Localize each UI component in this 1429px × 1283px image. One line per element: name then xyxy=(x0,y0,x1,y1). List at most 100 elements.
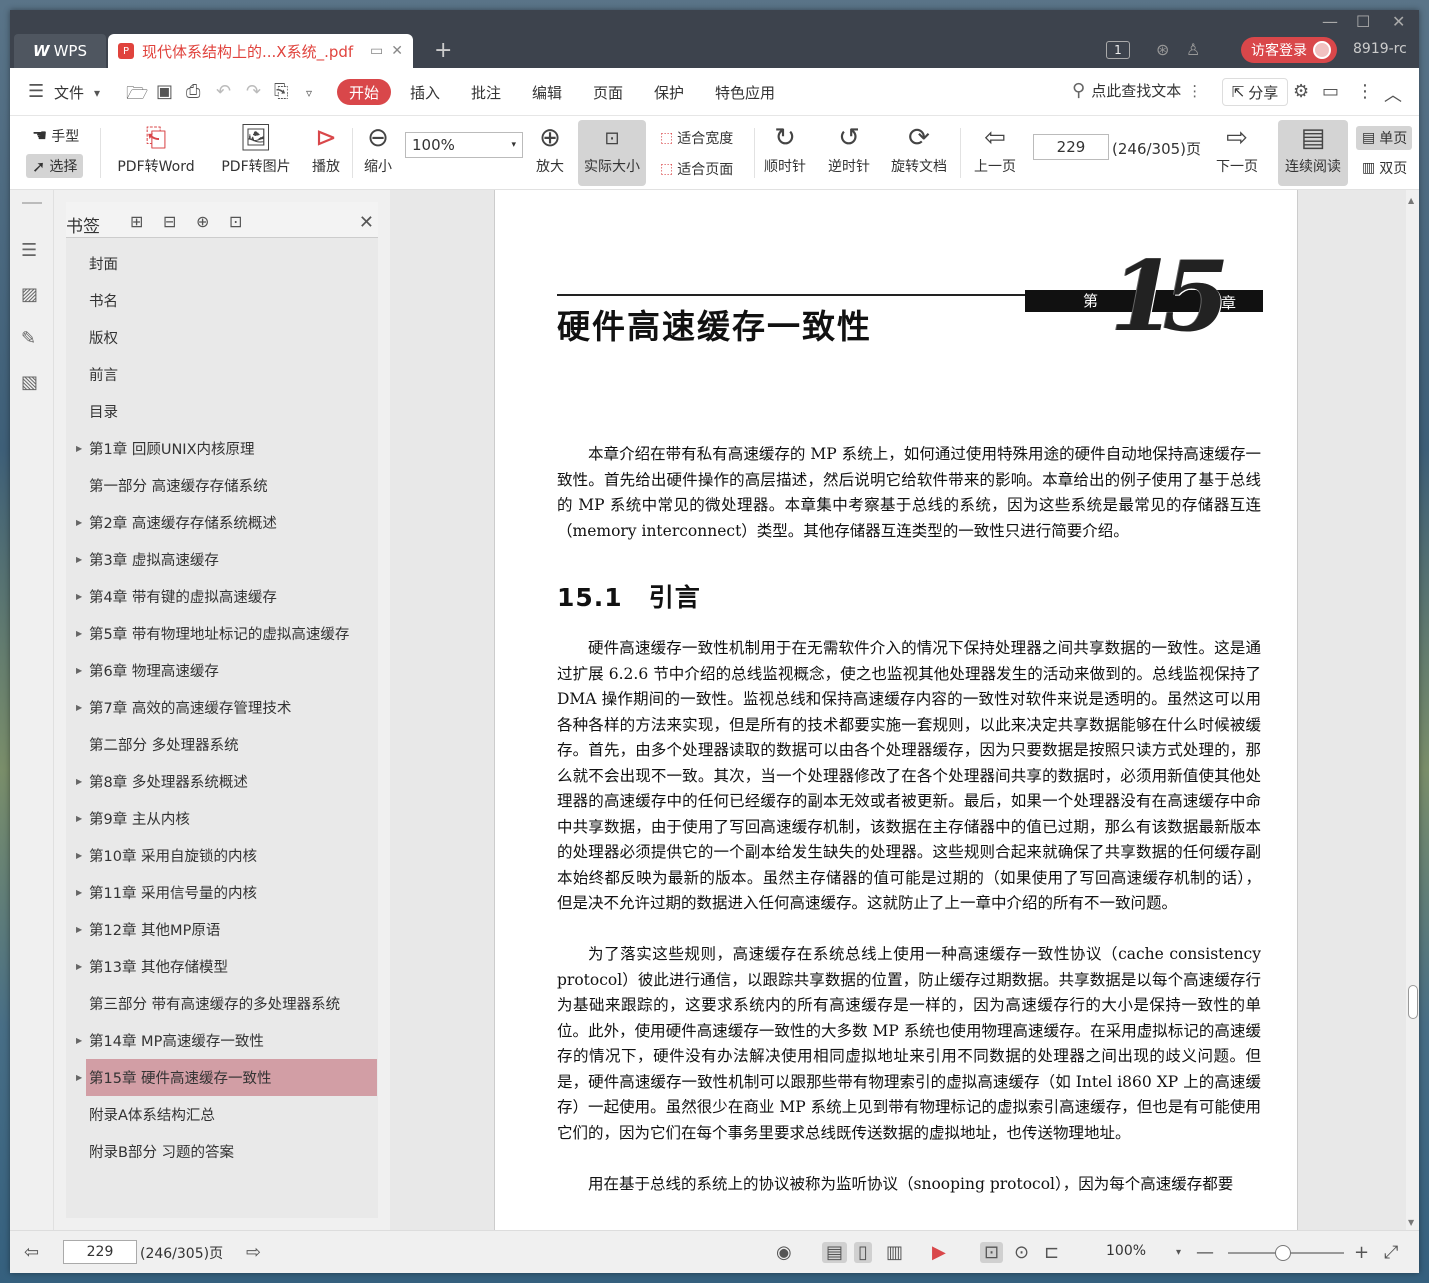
expand-arrow-icon[interactable]: ▶ xyxy=(76,814,82,823)
continuous-view-icon[interactable]: ▤ xyxy=(822,1242,848,1263)
double-view-icon[interactable]: ▥ xyxy=(886,1242,903,1263)
minimize-button[interactable]: — xyxy=(1322,12,1338,31)
expand-arrow-icon[interactable]: ▶ xyxy=(76,518,82,527)
bookmark-item[interactable]: ▶ 第2章 高速缓存存储系统概述 xyxy=(66,504,378,541)
status-zoom-value[interactable]: 100% xyxy=(1106,1243,1146,1259)
comment-icon[interactable]: ▭ xyxy=(1322,81,1339,102)
status-page-input[interactable]: 229 xyxy=(63,1240,137,1264)
save-icon[interactable]: ▣ xyxy=(156,81,173,102)
scrollbar-thumb[interactable] xyxy=(1408,985,1418,1019)
undo-icon[interactable]: ↶ xyxy=(216,81,231,102)
screen-icon[interactable]: ▭ xyxy=(370,43,383,59)
tab-special[interactable]: 特色应用 xyxy=(715,82,775,103)
expand-arrow-icon[interactable]: ▶ xyxy=(76,444,82,453)
bookmark-item[interactable]: ▶ 第4章 带有键的虚拟高速缓存 xyxy=(66,578,378,615)
fit-page-status-icon[interactable]: ⊙ xyxy=(1014,1242,1029,1263)
tab-protect[interactable]: 保护 xyxy=(654,82,684,103)
signature-icon[interactable]: ▧ xyxy=(21,372,38,393)
more-options-icon[interactable]: ⋮ xyxy=(1356,81,1374,102)
bookmark-item[interactable]: 书名 xyxy=(66,282,378,319)
single-page-button[interactable]: ▤ 单页 xyxy=(1356,126,1412,150)
tab-page[interactable]: 页面 xyxy=(593,82,623,103)
chevron-down-icon[interactable]: ▾ xyxy=(94,86,100,100)
bookmark-item[interactable]: ▶ 第11章 采用信号量的内核 xyxy=(66,874,378,911)
bookmark-item[interactable]: ▶ 第5章 带有物理地址标记的虚拟高速缓存 xyxy=(66,615,378,652)
rotate-counterclockwise-button[interactable]: ↺ 逆时针 xyxy=(822,120,876,176)
eye-protection-icon[interactable]: ◉ xyxy=(776,1242,792,1263)
single-view-icon[interactable]: ▯ xyxy=(854,1242,872,1263)
bookmark-item[interactable]: ▶ 第14章 MP高速缓存一致性 xyxy=(66,1022,378,1059)
bookmark-item[interactable]: 第一部分 高速缓存存储系统 xyxy=(66,467,378,504)
close-icon[interactable]: ✕ xyxy=(359,212,374,233)
tab-start[interactable]: 开始 xyxy=(337,79,391,105)
settings-cloud-icon[interactable]: ⊛ xyxy=(1156,40,1169,59)
bookmark-item[interactable]: ▶ 第1章 回顾UNIX内核原理 xyxy=(66,430,378,467)
expand-arrow-icon[interactable]: ▶ xyxy=(76,925,82,934)
zoom-plus-icon[interactable]: + xyxy=(1354,1242,1369,1263)
scroll-up-icon[interactable]: ▲ xyxy=(1408,196,1414,205)
tab-annotate[interactable]: 批注 xyxy=(471,82,501,103)
expand-arrow-icon[interactable]: ▶ xyxy=(76,851,82,860)
export-icon[interactable]: ⎘ xyxy=(274,81,288,102)
play-button[interactable]: ⊳ 播放 xyxy=(306,120,346,176)
close-window-button[interactable]: ✕ xyxy=(1392,12,1405,31)
bookmark-item[interactable]: ▶ 第9章 主从内核 xyxy=(66,800,378,837)
play-slideshow-icon[interactable]: ▶ xyxy=(932,1242,946,1263)
expand-arrow-icon[interactable]: ▶ xyxy=(76,629,82,638)
skin-icon[interactable]: ♙ xyxy=(1186,40,1200,59)
bookmark-item[interactable]: ▶ 第15章 硬件高速缓存一致性 xyxy=(76,1059,377,1096)
expand-arrow-icon[interactable]: ▶ xyxy=(76,777,82,786)
close-tab-icon[interactable]: ✕ xyxy=(391,43,403,59)
bookmark-list-icon[interactable]: ☰ xyxy=(21,240,37,261)
file-menu[interactable]: 文件 xyxy=(54,82,84,103)
share-button[interactable]: ⇱ 分享 xyxy=(1222,78,1288,106)
bookmark-item[interactable]: 目录 xyxy=(66,393,378,430)
fit-width-status-icon[interactable]: ⊏ xyxy=(1044,1242,1059,1263)
double-page-button[interactable]: ▥ 双页 xyxy=(1362,158,1412,178)
window-count-badge[interactable]: 1 xyxy=(1106,41,1130,59)
zoom-slider-knob[interactable] xyxy=(1275,1245,1291,1261)
collapse-all-icon[interactable]: ⊟ xyxy=(163,212,176,231)
hand-tool[interactable]: ☚ 手型 xyxy=(32,126,79,146)
bookmark-item[interactable]: ▶ 第13章 其他存储模型 xyxy=(66,948,378,985)
gear-icon[interactable]: ⚙ xyxy=(1293,81,1309,102)
zoom-select[interactable]: 100% ▾ xyxy=(405,132,523,158)
document-tab[interactable]: P 现代体系结构上的...X系统_.pdf ▭ ✕ xyxy=(108,34,413,68)
zoom-minus-icon[interactable]: — xyxy=(1196,1242,1214,1263)
zoom-out-button[interactable]: ⊖ 缩小 xyxy=(360,120,396,176)
bookmark-item[interactable]: 第二部分 多处理器系统 xyxy=(66,726,378,763)
collapse-ribbon-icon[interactable]: ︿ xyxy=(1384,81,1402,107)
actual-size-status-icon[interactable]: ⊡ xyxy=(980,1242,1004,1263)
bookmark-item[interactable]: 第三部分 带有高速缓存的多处理器系统 xyxy=(66,985,378,1022)
expand-arrow-icon[interactable]: ▶ xyxy=(76,666,82,675)
expand-all-icon[interactable]: ⊞ xyxy=(130,212,143,231)
bookmark-item[interactable]: 封面 xyxy=(66,245,378,282)
fit-width-button[interactable]: ⬚ 适合宽度 xyxy=(660,128,733,148)
rotate-document-button[interactable]: ⟳ 旋转文档 xyxy=(886,120,952,176)
open-folder-icon[interactable]: 🗁 xyxy=(126,81,148,111)
thumbnail-icon[interactable]: ▨ xyxy=(21,284,38,305)
maximize-button[interactable]: ☐ xyxy=(1356,12,1370,31)
bookmark-item[interactable]: 附录B部分 习题的答案 xyxy=(66,1133,378,1170)
bookmark-item[interactable]: ▶ 第10章 采用自旋锁的内核 xyxy=(66,837,378,874)
pdf-to-word-button[interactable]: ⎗ PDF转Word xyxy=(114,120,198,176)
expand-arrow-icon[interactable]: ▶ xyxy=(76,555,82,564)
actual-size-button[interactable]: ⊡ 实际大小 xyxy=(578,120,646,186)
document-viewport[interactable]: 硬件高速缓存一致性 15 第 章 本章介绍在带有私有高速缓存的 MP 系统上，如… xyxy=(390,190,1406,1230)
hamburger-menu-icon[interactable]: ☰ xyxy=(28,81,44,102)
tab-edit[interactable]: 编辑 xyxy=(532,82,562,103)
new-tab-button[interactable]: + xyxy=(434,38,452,63)
zoom-in-button[interactable]: ⊕ 放大 xyxy=(532,120,568,176)
expand-arrow-icon[interactable]: ▶ xyxy=(76,703,82,712)
fullscreen-icon[interactable]: ⤢ xyxy=(1384,1242,1398,1263)
next-page-button[interactable]: ⇨ 下一页 xyxy=(1210,120,1264,176)
vertical-scrollbar[interactable]: ▲ ▼ xyxy=(1406,190,1419,1230)
annotation-icon[interactable]: ✎ xyxy=(21,328,36,349)
prev-page-icon[interactable]: ⇦ xyxy=(24,1242,39,1263)
expand-arrow-icon[interactable]: ▶ xyxy=(76,1036,82,1045)
bookmark-item[interactable]: ▶ 第6章 物理高速缓存 xyxy=(66,652,378,689)
page-number-input[interactable]: 229 xyxy=(1033,134,1109,160)
wps-home-tab[interactable]: W WPS xyxy=(14,34,106,68)
expand-arrow-icon[interactable]: ▶ xyxy=(76,962,82,971)
pdf-to-image-button[interactable]: 🖼 PDF转图片 xyxy=(214,120,298,176)
